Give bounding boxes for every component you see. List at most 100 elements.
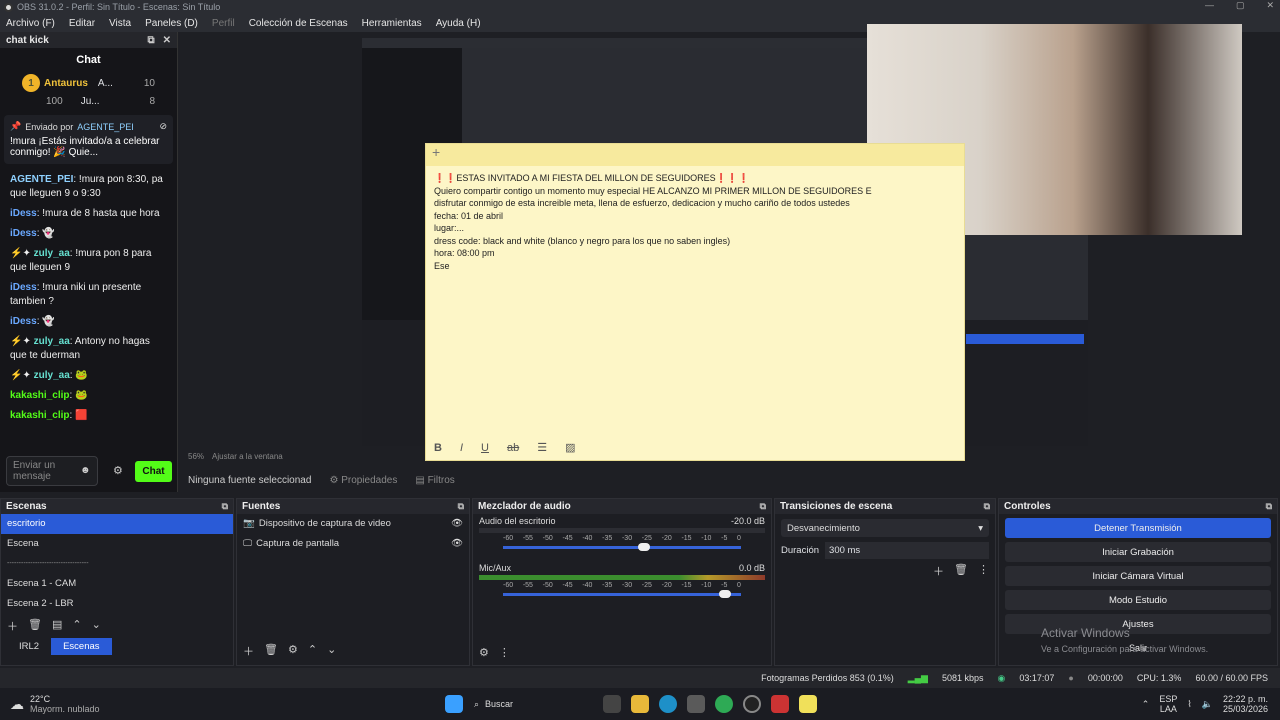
chat-user[interactable]: kakashi_clip (10, 390, 69, 401)
chat-user[interactable]: iDess (10, 282, 37, 293)
hide-icon[interactable]: ⊘ (159, 121, 167, 132)
minimize-icon[interactable]: — (1205, 0, 1214, 11)
chevron-up-icon[interactable]: ⌃ (1142, 699, 1150, 710)
trash-icon[interactable]: 🗑 (28, 618, 42, 634)
wifi-icon[interactable]: ⌇ (1187, 699, 1191, 710)
file-explorer-icon[interactable] (631, 695, 649, 713)
language-indicator[interactable]: ESP LAA (1159, 694, 1177, 714)
scene-item[interactable]: Escena 2 - LBR (1, 594, 233, 614)
stop-stream-button[interactable]: Detener Transmisión (1005, 518, 1271, 538)
up-icon[interactable]: ⌃ (72, 618, 81, 634)
live-time: 03:17:07 (1019, 673, 1055, 683)
chat-user[interactable]: kakashi_clip (10, 410, 69, 421)
studio-mode-button[interactable]: Modo Estudio (1005, 590, 1271, 610)
scene-item[interactable]: Escena 1 - CAM (1, 574, 233, 594)
filter-icon: ▤ (415, 474, 425, 486)
trash-icon[interactable]: 🗑 (264, 643, 278, 659)
chat-user[interactable]: AGENTE_PEI (10, 174, 73, 185)
menu-coleccion[interactable]: Colección de Escenas (249, 18, 348, 29)
start-virtual-camera-button[interactable]: Iniciar Cámara Virtual (1005, 566, 1271, 586)
filter-icon[interactable]: ▤ (52, 618, 62, 634)
chrome-icon[interactable] (715, 695, 733, 713)
sticky-note[interactable]: + ❗❗ESTAS INVITADO A MI FIESTA DEL MILLO… (425, 143, 965, 461)
eye-icon[interactable]: 👁 (451, 514, 463, 534)
properties-button[interactable]: ⚙ Propiedades (329, 475, 397, 486)
volume-knob[interactable] (719, 590, 731, 598)
duration-input[interactable]: 300 ms (825, 542, 989, 559)
source-item[interactable]: 📷 Dispositivo de captura de video 👁 (237, 514, 469, 534)
tab-irl2[interactable]: IRL2 (7, 638, 51, 655)
more-icon[interactable]: ⋮ (978, 563, 989, 579)
app-icon[interactable] (771, 695, 789, 713)
task-view-icon[interactable] (603, 695, 621, 713)
gear-icon[interactable]: ⚙ (113, 464, 123, 477)
filters-button[interactable]: ▤ Filtros (415, 475, 454, 486)
transition-type: Desvanecimiento (787, 522, 860, 534)
add-icon[interactable]: ＋ (7, 618, 18, 634)
weather-widget[interactable]: ☁ 22°C Mayorm. nublado (0, 694, 260, 714)
add-icon[interactable]: ＋ (933, 563, 944, 579)
volume-slider[interactable] (503, 590, 741, 598)
volume-icon[interactable]: 🔈 (1202, 699, 1213, 710)
pinned-message[interactable]: 📌 Enviado por AGENTE_PEI ⊘ !mura ¡Estás inv… (4, 115, 173, 164)
store-icon[interactable] (687, 695, 705, 713)
chat-user[interactable]: zuly_aa (34, 248, 70, 259)
volume-slider[interactable] (503, 543, 741, 551)
edge-icon[interactable] (659, 695, 677, 713)
undock-icon[interactable]: ⧉ (458, 501, 464, 512)
emoji-icon[interactable]: ☻ (80, 465, 91, 476)
close-icon[interactable]: ✕ (1266, 0, 1274, 11)
db-scale: -60 -55 -50 -45 -40 -35 -30 -25 -20 -15 -10 -5 0 (503, 535, 741, 542)
undock-icon[interactable]: ⧉ (1266, 501, 1272, 512)
gear-icon[interactable]: ⚙ (479, 646, 489, 659)
tab-escenas[interactable]: Escenas (51, 638, 112, 655)
mixer-channel-desktop: Audio del escritorio -20.0 dB -60 -55 -50 -4… (473, 514, 771, 555)
chat-user[interactable]: iDess (10, 316, 37, 327)
start-recording-button[interactable]: Iniciar Grabación (1005, 542, 1271, 562)
note-body[interactable]: ❗❗ESTAS INVITADO A MI FIESTA DEL MILLON … (426, 166, 964, 278)
send-chat-button[interactable]: Chat (135, 461, 172, 482)
menu-ayuda[interactable]: Ayuda (H) (436, 18, 481, 29)
chat-user[interactable]: iDess (10, 228, 37, 239)
sticky-notes-icon[interactable] (799, 695, 817, 713)
undock-icon[interactable]: ⧉ (147, 35, 154, 46)
menu-paneles[interactable]: Paneles (D) (145, 18, 198, 29)
more-icon[interactable]: ⋮ (499, 646, 510, 659)
close-icon[interactable]: ✕ (163, 35, 171, 46)
chat-user[interactable]: zuly_aa (34, 370, 70, 381)
badge-icon: ⚡✦ (10, 370, 31, 381)
down-icon[interactable]: ⌄ (327, 643, 336, 659)
windows-start-icon[interactable] (445, 695, 463, 713)
undock-icon[interactable]: ⧉ (984, 501, 990, 512)
menu-editar[interactable]: Editar (69, 18, 95, 29)
eye-icon[interactable]: 👁 (451, 534, 463, 554)
source-item[interactable]: 🖵 Captura de pantalla 👁 (237, 534, 469, 554)
menu-herramientas[interactable]: Herramientas (362, 18, 422, 29)
clock[interactable]: 22:22 p. m. 25/03/2026 (1223, 694, 1268, 714)
clock-date: 25/03/2026 (1222, 704, 1268, 714)
obs-taskbar-icon[interactable] (743, 695, 761, 713)
pinned-label: Enviado por (25, 121, 74, 132)
down-icon[interactable]: ⌄ (92, 618, 101, 634)
add-note-icon[interactable]: + (432, 145, 440, 158)
chat-user[interactable]: zuly_aa (34, 336, 70, 347)
menu-vista[interactable]: Vista (109, 18, 131, 29)
fit-label[interactable]: Ajustar a la ventana (212, 452, 283, 464)
add-icon[interactable]: ＋ (243, 643, 254, 659)
chat-user[interactable]: iDess (10, 208, 37, 219)
menu-archivo[interactable]: Archivo (F) (6, 18, 55, 29)
up-icon[interactable]: ⌃ (308, 643, 317, 659)
gear-icon[interactable]: ⚙ (288, 643, 298, 659)
scene-separator[interactable]: ----------------------------------- (1, 554, 233, 574)
undock-icon[interactable]: ⧉ (760, 501, 766, 512)
volume-knob[interactable] (638, 543, 651, 551)
transitions-title: Transiciones de escena (780, 501, 893, 512)
undock-icon[interactable]: ⧉ (222, 501, 228, 512)
transition-select[interactable]: Desvanecimiento ▾ (781, 519, 989, 537)
search-box[interactable]: ⌕ Buscar (468, 699, 598, 710)
menu-perfil[interactable]: Perfil (212, 18, 235, 29)
trash-icon[interactable]: 🗑 (954, 563, 968, 579)
maximize-icon[interactable]: ▢ (1236, 0, 1245, 11)
scene-item[interactable]: Escena (1, 534, 233, 554)
scene-item[interactable]: escritorio (1, 514, 233, 534)
